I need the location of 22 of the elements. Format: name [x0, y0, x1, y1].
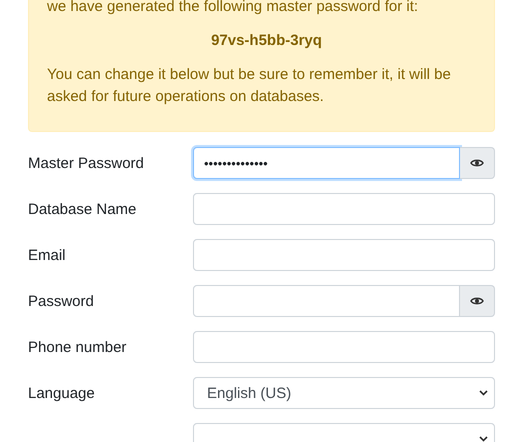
select-value: English (US) [207, 384, 292, 402]
input-field[interactable]: •••••••••••••• [193, 147, 460, 179]
input-field[interactable] [193, 239, 495, 271]
show-password-button[interactable] [460, 285, 495, 317]
field-label: Database Name [28, 200, 138, 218]
field-label: Email [28, 246, 67, 264]
dropdown-select[interactable]: English (US) [193, 377, 495, 409]
generated-password: 97vs-h5bb-3ryq [210, 31, 323, 51]
chevron-down-icon [479, 390, 488, 396]
eye-icon [470, 296, 484, 306]
input-field[interactable] [193, 331, 495, 363]
input-field[interactable] [193, 285, 460, 317]
field-label: Phone number [28, 338, 128, 356]
alert-text: we have generated the following master password for it: [47, 0, 420, 17]
chevron-down-icon [479, 436, 488, 442]
input-field[interactable] [193, 193, 495, 225]
field-label: Master Password [28, 154, 145, 172]
field-label: Language [28, 384, 96, 402]
alert-note: You can change it below but be sure to remember it, it will be asked for future operations on databases. [47, 65, 452, 107]
show-password-button[interactable] [460, 147, 495, 179]
field-label: Password [28, 292, 95, 310]
eye-icon [470, 158, 484, 168]
